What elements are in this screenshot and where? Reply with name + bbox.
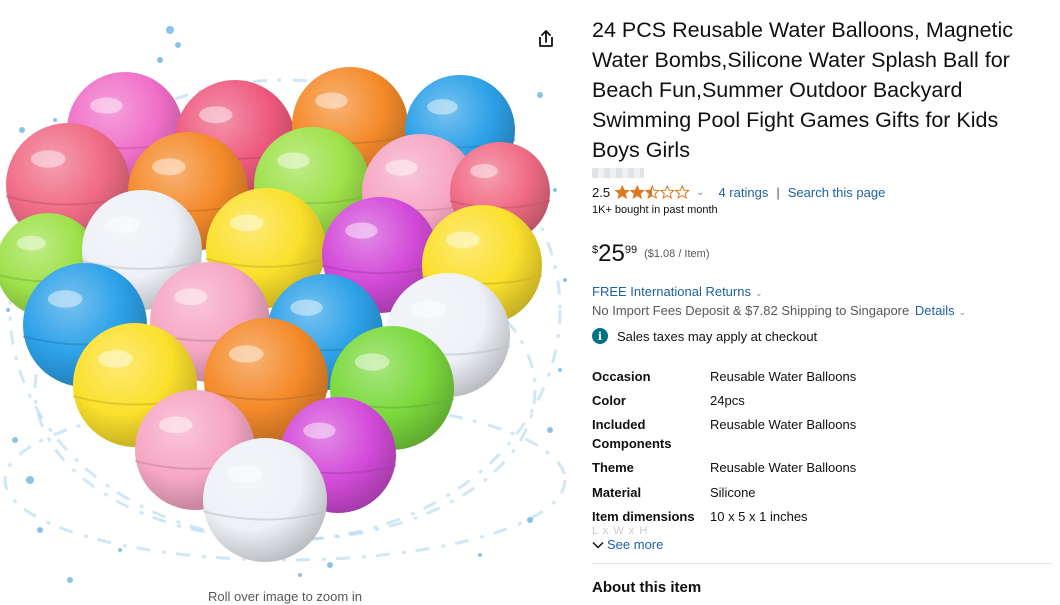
- shipping-text: No Import Fees Deposit & $7.82 Shipping …: [592, 303, 910, 318]
- shipping-info: No Import Fees Deposit & $7.82 Shipping …: [592, 303, 966, 318]
- water-droplet: [67, 577, 73, 583]
- spec-value: Reusable Water Balloons: [710, 460, 857, 475]
- zoom-hint: Roll over image to zoom in: [208, 589, 362, 604]
- price-fraction: 99: [624, 244, 638, 256]
- water-droplet: [118, 548, 122, 552]
- spec-value: Reusable Water Balloons: [710, 417, 857, 432]
- spec-value: 24pcs: [710, 393, 745, 408]
- store-link-placeholder[interactable]: [592, 168, 644, 178]
- water-balloons-image: [0, 67, 551, 562]
- water-droplet: [37, 527, 43, 533]
- star-rating[interactable]: [615, 185, 690, 199]
- section-divider: [592, 563, 1052, 564]
- product-title: 24 PCS Reusable Water Balloons, Magnetic…: [592, 18, 1014, 162]
- tax-notice-text: Sales taxes may apply at checkout: [617, 328, 818, 344]
- water-droplet: [53, 118, 57, 122]
- bought-count: 1K+ bought in past month: [592, 204, 718, 216]
- chevron-down-icon: [592, 541, 604, 549]
- water-droplet: [166, 26, 174, 34]
- chevron-down-icon: ⌄: [754, 288, 763, 298]
- spec-value: Reusable Water Balloons: [710, 369, 857, 384]
- rating-separator: |: [776, 184, 780, 200]
- spec-label: Occasion: [592, 369, 651, 384]
- chevron-down-icon[interactable]: ⌄: [696, 187, 704, 198]
- star-empty-icon: [675, 185, 690, 199]
- returns-label: FREE International Returns: [592, 284, 751, 299]
- water-droplet: [298, 573, 302, 577]
- spec-label: Theme: [592, 460, 634, 475]
- about-this-item-heading: About this item: [592, 579, 702, 596]
- rating-value: 2.5: [592, 184, 611, 200]
- price: $ 25 99 ($1.08 / Item): [592, 240, 710, 268]
- water-droplet: [6, 308, 10, 312]
- spec-label: Material: [592, 485, 642, 500]
- water-droplet: [537, 92, 543, 98]
- spec-value: Silicone: [710, 485, 756, 500]
- rating-row: 2.5 ⌄ 4 ratings | Search this page: [592, 183, 885, 201]
- see-more-button[interactable]: See more: [592, 537, 663, 552]
- water-droplet: [19, 127, 25, 133]
- product-main-image[interactable]: [0, 10, 570, 585]
- free-returns-link[interactable]: FREE International Returns ⌄: [592, 284, 763, 299]
- info-icon: i: [592, 328, 608, 344]
- see-more-label: See more: [607, 537, 664, 552]
- chevron-down-icon[interactable]: ⌄: [959, 307, 967, 317]
- search-this-page-link[interactable]: Search this page: [788, 185, 886, 200]
- water-balloon: [202, 438, 328, 562]
- water-droplet: [553, 188, 557, 192]
- price-per-unit: ($1.08 / Item): [644, 248, 710, 260]
- ratings-count-link[interactable]: 4 ratings: [718, 185, 768, 200]
- water-droplet: [175, 42, 181, 48]
- tax-notice: i Sales taxes may apply at checkout: [592, 328, 817, 344]
- spec-value: 10 x 5 x 1 inches: [710, 509, 808, 524]
- spec-label: Color: [592, 393, 626, 408]
- star-full-icon: [615, 185, 630, 199]
- share-button[interactable]: [534, 27, 558, 51]
- product-image-column: Roll over image to zoom in: [0, 0, 570, 605]
- star-half-icon: [645, 185, 660, 199]
- water-droplet: [563, 278, 567, 282]
- price-whole: 25: [598, 240, 625, 267]
- shipping-details-link[interactable]: Details: [915, 303, 955, 318]
- star-empty-icon: [660, 185, 675, 199]
- spec-label: Item dimensions: [592, 509, 695, 524]
- water-droplet: [157, 57, 163, 63]
- water-droplet: [478, 553, 482, 557]
- spec-overflow-hint: L x W x H: [592, 525, 649, 537]
- star-full-icon: [630, 185, 645, 199]
- water-droplet: [527, 517, 533, 523]
- water-droplet: [12, 437, 18, 443]
- water-droplet: [327, 562, 333, 568]
- share-icon: [539, 30, 553, 47]
- spec-label: Included Components: [592, 417, 672, 451]
- water-droplet: [547, 427, 553, 433]
- water-droplet: [558, 368, 562, 372]
- water-droplet: [26, 476, 34, 484]
